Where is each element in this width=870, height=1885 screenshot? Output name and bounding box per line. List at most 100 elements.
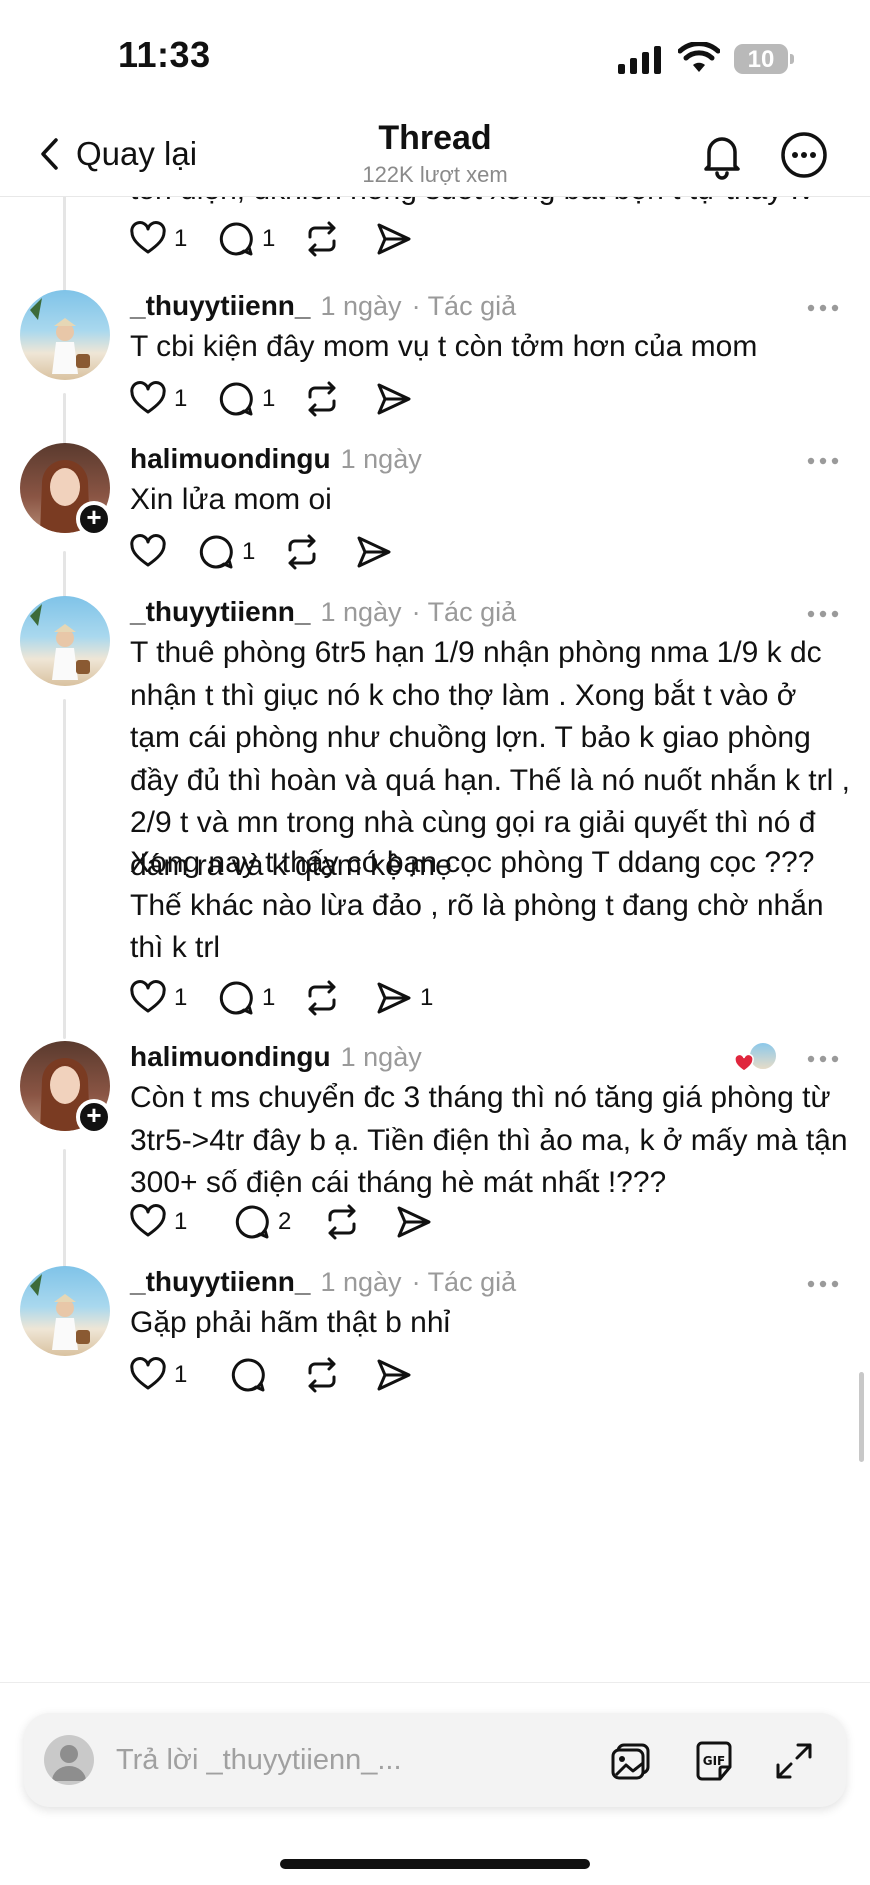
reply-actions: 1 1 1 (128, 976, 468, 1020)
more-circle-icon[interactable] (778, 129, 830, 181)
reply-meta: _thuyytiienn_ 1 ngày · Tác giả (130, 290, 516, 326)
comment-icon (219, 222, 253, 256)
heart-filled-icon (734, 1053, 754, 1072)
reply-meta: _thuyytiienn_ 1 ngày · Tác giả (130, 596, 516, 632)
send-button[interactable] (354, 530, 394, 574)
scrollbar[interactable] (859, 1372, 864, 1462)
comment-count: 2 (278, 1208, 292, 1235)
username[interactable]: _thuyytiienn_ (130, 290, 310, 322)
liked-by-author-indicator (734, 1041, 780, 1077)
like-button[interactable]: 1 (128, 217, 187, 261)
repost-button[interactable] (302, 377, 342, 421)
image-icon[interactable] (608, 1737, 656, 1785)
like-button[interactable]: 1 (128, 976, 187, 1020)
follow-plus-icon[interactable]: + (76, 501, 112, 537)
reply-item: _thuyytiienn_ 1 ngày · Tác giả T thuê ph… (0, 596, 870, 1041)
battery-indicator: 10 (734, 44, 794, 74)
comment-button[interactable]: 1 (196, 530, 255, 574)
comment-count: 1 (262, 225, 276, 252)
reply-text: Còn t ms chuyển đc 3 tháng thì nó tăng g… (130, 1081, 848, 1199)
username[interactable]: halimuondingu (130, 1041, 331, 1073)
send-icon (377, 383, 411, 415)
more-dots-icon[interactable] (806, 1053, 840, 1065)
reply-item: _thuyytiienn_ 1 ngày · Tác giả T cbi kiệ… (0, 290, 870, 449)
reply-item: _thuyytiienn_ 1 ngày · Tác giả Gặp phải … (0, 1266, 870, 1426)
follow-plus-icon[interactable]: + (76, 1099, 112, 1135)
repost-icon (308, 980, 336, 1016)
repost-button[interactable] (302, 976, 342, 1020)
send-button[interactable] (374, 377, 414, 421)
timestamp: 1 ngày (340, 444, 422, 474)
more-dots-icon[interactable] (806, 302, 840, 314)
timestamp: 1 ngày (320, 1267, 402, 1297)
send-icon (377, 223, 411, 255)
avatar[interactable] (20, 290, 110, 380)
heart-icon (130, 1357, 166, 1390)
reply-text-continued: Xong nay t thấy có bạn cọc phòng T ddang… (130, 846, 824, 964)
comment-count: 1 (262, 385, 276, 412)
reply-actions: 1 2 (128, 1200, 448, 1244)
username[interactable]: halimuondingu (130, 443, 331, 475)
username[interactable]: _thuyytiienn_ (130, 1266, 310, 1298)
cellular-signal-icon (618, 46, 661, 74)
avatar[interactable] (20, 596, 110, 686)
gif-icon[interactable]: GIF (690, 1737, 738, 1785)
thread-header: Quay lại Thread 122K lượt xem (0, 115, 870, 197)
reply-actions: 1 1 (128, 217, 428, 261)
comment-icon (219, 981, 253, 1015)
status-time: 11:33 (118, 34, 211, 75)
battery-level: 10 (747, 46, 775, 73)
reply-meta: halimuondingu 1 ngày (130, 1041, 422, 1077)
send-button[interactable] (374, 1353, 414, 1397)
more-dots-icon[interactable] (806, 608, 840, 620)
comment-count: 1 (242, 538, 256, 565)
thread-replies: + tốn điện, đkhien hỏng suốt xong bắt bọ… (0, 197, 870, 1682)
reply-text: Xin lửa mom oi (130, 483, 332, 516)
author-tag: · Tác giả (411, 291, 517, 321)
comment-button[interactable]: 2 (232, 1200, 291, 1244)
wifi-icon (678, 42, 720, 72)
send-icon (357, 536, 391, 568)
timestamp: 1 ngày (320, 597, 402, 627)
repost-button[interactable] (302, 1353, 342, 1397)
like-count: 1 (174, 1361, 188, 1388)
more-dots-icon[interactable] (806, 455, 840, 467)
comment-icon (235, 1205, 269, 1239)
repost-icon (308, 1357, 336, 1393)
heart-icon (130, 381, 166, 414)
expand-icon[interactable] (770, 1737, 818, 1785)
back-chevron-icon (41, 138, 58, 170)
username[interactable]: _thuyytiienn_ (130, 596, 310, 628)
comment-icon (219, 382, 253, 416)
home-indicator (280, 1859, 590, 1869)
reply-text: T cbi kiện đây mom vụ t còn tởm hơn của … (130, 330, 758, 363)
send-button[interactable] (394, 1200, 434, 1244)
like-count: 1 (174, 1208, 188, 1235)
reply-input[interactable] (116, 1737, 496, 1783)
like-count: 1 (174, 385, 188, 412)
repost-button[interactable] (282, 530, 322, 574)
send-button[interactable] (374, 217, 414, 261)
timestamp: 1 ngày (320, 291, 402, 321)
comment-button[interactable]: 1 (216, 377, 275, 421)
comment-button[interactable]: 1 (216, 976, 275, 1020)
reply-text: tốn điện, đkhien hỏng suốt xong bắt bọn … (130, 197, 850, 212)
heart-icon (130, 980, 166, 1013)
repost-button[interactable] (302, 217, 342, 261)
send-button[interactable]: 1 (374, 976, 433, 1020)
comment-button[interactable]: 1 (216, 217, 275, 261)
send-icon (397, 1206, 431, 1238)
comment-button[interactable] (228, 1353, 268, 1397)
like-button[interactable]: 1 (128, 1200, 187, 1244)
avatar[interactable] (20, 1266, 110, 1356)
repost-button[interactable] (322, 1200, 362, 1244)
heart-icon (130, 534, 166, 567)
reply-actions: 1 1 (128, 377, 428, 421)
svg-text:GIF: GIF (703, 1754, 726, 1768)
back-button[interactable]: Quay lại (36, 129, 197, 179)
like-button[interactable]: 1 (128, 377, 187, 421)
more-dots-icon[interactable] (806, 1278, 840, 1290)
like-button[interactable] (128, 530, 168, 574)
bell-icon[interactable] (696, 129, 748, 181)
like-button[interactable]: 1 (128, 1353, 187, 1397)
